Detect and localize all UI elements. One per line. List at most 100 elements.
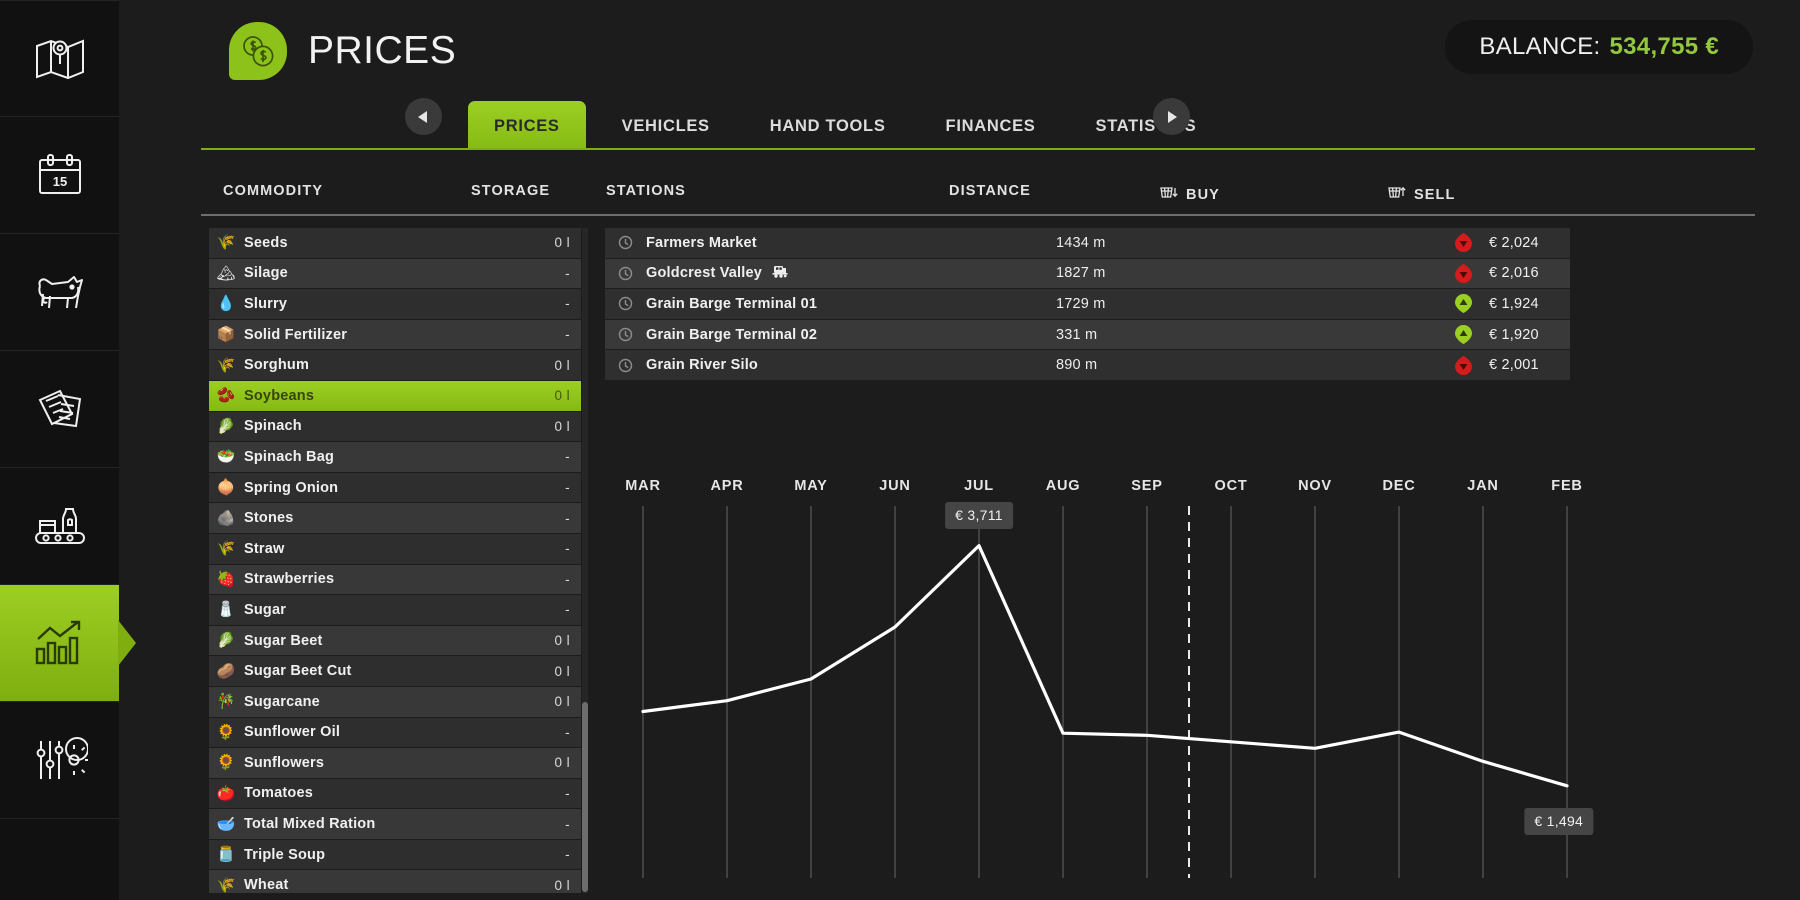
commodity-icon: 🍓	[215, 568, 237, 590]
commodity-row[interactable]: 🥔Sugar Beet Cut0 l	[209, 656, 581, 686]
column-header-commodity: COMMODITY	[223, 183, 323, 199]
commodity-icon: 💧	[215, 293, 237, 315]
column-header-storage: STORAGE	[471, 183, 550, 199]
station-name: Goldcrest Valley	[646, 264, 789, 283]
commodity-list-panel: 🌾Seeds0 l🏔Silage-💧Slurry- 📦 Solid Fertiliz…	[209, 228, 591, 893]
commodity-row[interactable]: 🫙Triple Soup-	[209, 840, 581, 870]
station-name: Farmers Market	[646, 235, 757, 251]
trend-down-icon	[1455, 264, 1472, 283]
station-name: Grain Barge Terminal 01	[646, 296, 817, 312]
commodity-storage-value: -	[565, 541, 570, 556]
commodity-name: Solid Fertilizer	[244, 327, 347, 343]
price-chart: MARAPRMAYJUNJULAUGSEPOCTNOVDECJANFEB € 3…	[605, 478, 1605, 898]
tab-finances[interactable]: FINANCES	[946, 117, 1036, 150]
sidebar-item-settings[interactable]	[0, 702, 119, 819]
chart-plot-area: € 3,711€ 1,494	[605, 506, 1605, 898]
station-row[interactable]: Grain River Silo890 m€ 2,001	[605, 350, 1570, 380]
chart-month-label: APR	[710, 478, 743, 494]
commodity-row[interactable]: 🌾Sorghum0 l	[209, 350, 581, 380]
commodity-row[interactable]: 🌾Straw-	[209, 534, 581, 564]
train-icon	[771, 264, 789, 283]
commodity-name: Spring Onion	[244, 480, 338, 496]
tab-underline	[201, 148, 1755, 150]
commodity-row[interactable]: 🌾 Wheat 0 l	[209, 870, 581, 893]
commodity-icon: 🌻	[215, 752, 237, 774]
station-price: € 1,920	[1489, 327, 1539, 343]
station-row[interactable]: Grain Barge Terminal 011729 m€ 1,924	[605, 289, 1570, 319]
sidebar-item-statistics[interactable]	[0, 585, 119, 702]
tab-vehicles[interactable]: VEHICLES	[622, 117, 710, 150]
sidebar-item-production[interactable]	[0, 468, 119, 585]
commodity-storage-value: 0 l	[555, 358, 570, 373]
commodity-storage-value: -	[565, 327, 570, 342]
commodity-row[interactable]: 🏔Silage-	[209, 259, 581, 289]
station-row[interactable]: Farmers Market1434 m€ 2,024	[605, 228, 1570, 258]
commodity-storage-value: -	[565, 817, 570, 832]
station-marker-icon	[618, 296, 635, 311]
chart-month-label: FEB	[1551, 478, 1582, 494]
chart-price-line	[643, 546, 1567, 786]
tab-hand-tools[interactable]: HAND TOOLS	[770, 117, 886, 150]
commodity-row[interactable]: 🫘Soybeans0 l	[209, 381, 581, 411]
station-marker-icon	[618, 358, 635, 373]
station-row[interactable]: Goldcrest Valley1827 m€ 2,016	[605, 259, 1570, 289]
commodity-row[interactable]: 🎋Sugarcane0 l	[209, 687, 581, 717]
commodity-storage-value: -	[565, 602, 570, 617]
tab-prices[interactable]: PRICES	[468, 101, 586, 150]
commodity-name: Sugar Beet Cut	[244, 663, 352, 679]
commodity-row[interactable]: 🍓Strawberries-	[209, 565, 581, 595]
commodity-row[interactable]: 🥬Sugar Beet0 l	[209, 626, 581, 656]
commodity-storage-value: 0 l	[555, 878, 570, 893]
commodity-icon: 🌻	[215, 721, 237, 743]
commodity-row[interactable]: 🍅Tomatoes-	[209, 779, 581, 809]
sidebar-item-map[interactable]	[0, 0, 119, 117]
station-name: Grain River Silo	[646, 357, 758, 373]
commodity-row[interactable]: 🧂Sugar-	[209, 595, 581, 625]
station-distance: 1729 m	[1056, 296, 1106, 312]
commodity-icon: 📦	[215, 324, 237, 346]
commodity-name: Wheat	[244, 877, 289, 893]
station-name: Grain Barge Terminal 02	[646, 327, 817, 343]
station-name-label: Grain Barge Terminal 02	[646, 327, 817, 343]
conveyor-icon	[32, 503, 88, 549]
tab-prev-button[interactable]	[405, 98, 442, 135]
commodity-name: Sunflowers	[244, 755, 324, 771]
station-marker-icon	[618, 266, 635, 281]
commodity-row[interactable]: 🥬Spinach0 l	[209, 412, 581, 442]
page-header: PRICES	[229, 22, 456, 80]
tab-next-button[interactable]	[1153, 98, 1190, 135]
commodity-scrollbar[interactable]	[582, 228, 588, 893]
sliders-gear-icon	[32, 737, 88, 783]
commodity-scrollbar-thumb[interactable]	[582, 702, 588, 892]
station-name-label: Grain River Silo	[646, 357, 758, 373]
commodity-row[interactable]: 🪨Stones-	[209, 503, 581, 533]
commodity-row[interactable]: 🌻Sunflower Oil-	[209, 718, 581, 748]
documents-icon	[34, 386, 86, 432]
commodity-storage-value: -	[565, 725, 570, 740]
commodity-storage-value: -	[565, 266, 570, 281]
chart-month-label: MAR	[625, 478, 660, 494]
column-header-sell-label: SELL	[1414, 187, 1455, 203]
commodity-storage-value: 0 l	[555, 633, 570, 648]
bar-chart-icon	[32, 619, 88, 667]
commodity-row[interactable]: 💧Slurry-	[209, 289, 581, 319]
column-header-buy: BUY	[1159, 183, 1220, 206]
commodity-row[interactable]: 🥣Total Mixed Ration-	[209, 809, 581, 839]
station-distance: 1827 m	[1056, 265, 1106, 281]
commodity-icon: 🌾	[215, 874, 237, 893]
station-marker-icon	[618, 235, 635, 250]
column-header-sell: SELL	[1387, 183, 1455, 206]
commodity-icon: 🧅	[215, 477, 237, 499]
commodity-row[interactable]: 🌻Sunflowers0 l	[209, 748, 581, 778]
sidebar-item-contracts[interactable]	[0, 351, 119, 468]
commodity-icon: 🫙	[215, 844, 237, 866]
commodity-row[interactable]: 📦 Solid Fertilizer -	[209, 320, 581, 350]
station-distance: 331 m	[1056, 327, 1097, 343]
content-area: PRICES BALANCE: 534,755 € PRICES VEHICLE…	[119, 0, 1800, 900]
station-row[interactable]: Grain Barge Terminal 02 331 m € 1,920	[605, 320, 1570, 350]
sidebar-item-calendar[interactable]: 15	[0, 117, 119, 234]
commodity-row[interactable]: 🧅Spring Onion-	[209, 473, 581, 503]
commodity-row[interactable]: 🌾Seeds0 l	[209, 228, 581, 258]
commodity-row[interactable]: 🥗Spinach Bag-	[209, 442, 581, 472]
sidebar-item-animals[interactable]	[0, 234, 119, 351]
